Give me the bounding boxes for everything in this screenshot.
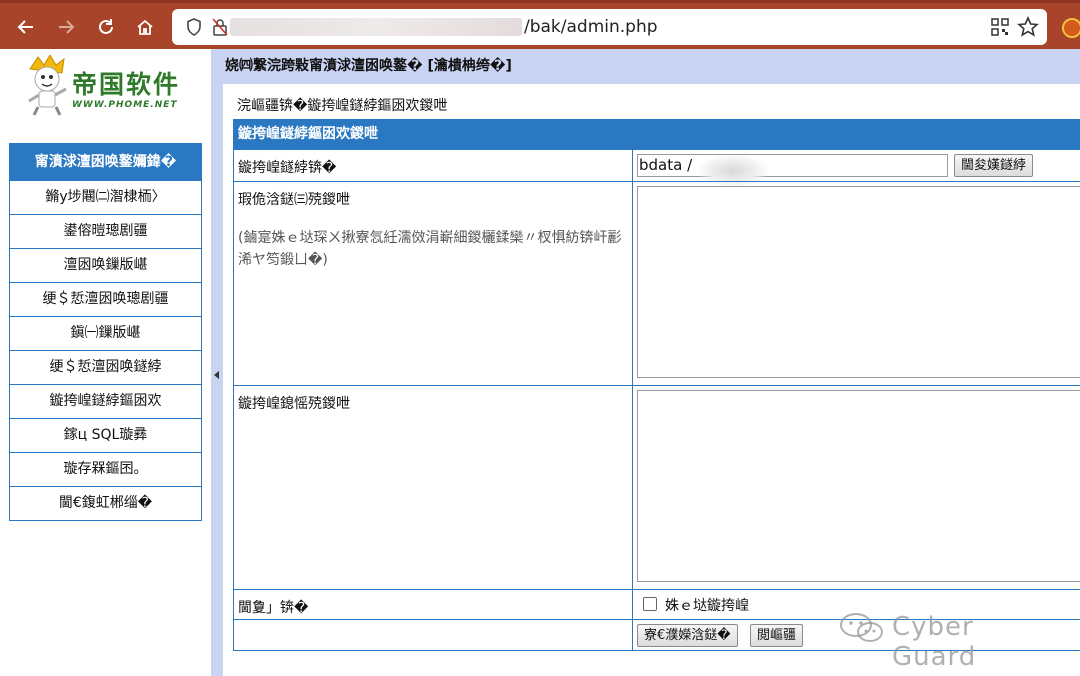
- sidebar-header: 甯濆浗澶囦唤鐜嬭鍏�: [10, 144, 201, 180]
- main-frame: 娆㈣繋浣跨敤甯濆浗澶囦唤鐜� [瀹樻柟绔�] 浣嶇疆锛�鏇挎崲鐩綍鏂囦欢鍐呭 鏇…: [223, 49, 1080, 676]
- page-title: 娆㈣繋浣跨敤甯濆浗澶囦唤鐜� [瀹樻柟绔�]: [223, 49, 1080, 84]
- dir-row: 鏇挎崲鐩綍锛� bdata / 閫夋嫨鐩綍: [234, 149, 1080, 187]
- dir-label: 鏇挎崲鐩綍锛�: [234, 150, 633, 181]
- sidebar-menu: 甯濆浗澶囦唤鐜嬭鍏� 鏅y埗闀㈡潪棣栭〉 鍙傛暟璁剧疆 澶囦唤鏁版嵁 绠＄悊澶囦…: [9, 143, 202, 521]
- reset-button[interactable]: 閲嶇疆: [750, 624, 804, 647]
- mascot-icon: [28, 55, 67, 116]
- find-textarea[interactable]: [637, 186, 1080, 378]
- reload-icon[interactable]: [92, 13, 120, 41]
- left-frame: 帝国软件 WWW.PHOME.NET 甯濆浗澶囦唤鐜嬭鍏� 鏅y埗闀㈡潪棣栭〉 …: [0, 49, 211, 676]
- sidebar-item-docs[interactable]: 璇存槑鏂囨。: [10, 452, 201, 486]
- form-title: 鏇挎崲鐩綍鏂囦欢鍐呭: [234, 119, 1080, 149]
- sidebar-item-settings[interactable]: 鍙傛暟璁剧疆: [10, 214, 201, 248]
- sidebar-item-backup[interactable]: 澶囦唤鏁版嵁: [10, 248, 201, 282]
- sidebar-item-restore[interactable]: 鎭㈠鏁版嵁: [10, 316, 201, 350]
- sidebar-item-sql[interactable]: 鎵ц SQL璇彞: [10, 418, 201, 452]
- qr-code-icon[interactable]: [991, 18, 1009, 36]
- find-row: 瑕佹浛鎹㈢殑鍐呭 (鏀寔姝ｅ垯琛ㄨ揪寮忥紝濡傚涓嶄細鍐欐鍒欒〃杈惧紡锛屽彲浠ヤ笉…: [234, 181, 1080, 385]
- select-dir-button[interactable]: 閫夋嫨鐩綍: [954, 154, 1034, 177]
- brand-url: WWW.PHOME.NET: [72, 100, 178, 110]
- sidebar-item-manage-dirs[interactable]: 绠＄悊澶囦唤鐩綍: [10, 350, 201, 384]
- empty-cell: [234, 620, 633, 650]
- browser-toolbar: /bak/admin.php: [0, 0, 1080, 49]
- collapse-arrow-icon[interactable]: [214, 371, 219, 379]
- watermark-text: Cyber Guard: [892, 612, 977, 672]
- replace-form: 鏇挎崲鐩綍鏂囦欢鍐呭 鏇挎崲鐩綍锛� bdata / 閫夋嫨鐩綍 瑕佹浛鎹㈢殑鍐…: [233, 119, 1080, 651]
- replace-row: 鏇挎崲鎴愮殑鍐呭: [234, 385, 1080, 589]
- wechat-icon: [840, 613, 883, 642]
- sidebar-item-home[interactable]: 鏅y埗闀㈡潪棣栭〉: [10, 180, 201, 214]
- home-icon[interactable]: [131, 13, 159, 41]
- submit-button[interactable]: 寮€濮嬫浛鎹�: [637, 624, 738, 647]
- find-label-cell: 瑕佹浛鎹㈢殑鍐呭 (鏀寔姝ｅ垯琛ㄨ揪寮忥紝濡傚涓嶄細鍐欐鍒欒〃杈惧紡锛屽彲浠ヤ笉…: [234, 182, 633, 385]
- replace-label: 鏇挎崲鎴愮殑鍐呭: [234, 386, 633, 589]
- insecure-lock-icon[interactable]: [212, 18, 228, 36]
- back-arrow-icon[interactable]: [12, 13, 40, 41]
- option-label: 閫夐」锛�: [234, 590, 633, 619]
- regex-checkbox-label[interactable]: 姝ｅ垯鏇挎崲: [665, 595, 749, 615]
- breadcrumb: 浣嶇疆锛�鏇挎崲鐩綍鏂囦欢鍐呭: [237, 98, 448, 114]
- watermark: Cyber Guard: [838, 609, 1048, 672]
- find-label: 瑕佹浛鎹㈢殑鍐呭: [238, 192, 350, 208]
- redacted-host: [230, 18, 522, 36]
- brand-name: 帝国软件: [72, 70, 181, 99]
- find-hint: (鏀寔姝ｅ垯琛ㄨ揪寮忥紝濡傚涓嶄細鍐欐鍒欒〃杈惧紡锛屽彲浠ヤ笉鍛ㄩ�): [238, 230, 622, 268]
- frame-splitter[interactable]: [211, 49, 223, 676]
- sidebar-item-replace-files[interactable]: 鏇挎崲鐩綍鏂囦欢: [10, 384, 201, 418]
- sidebar-item-backup-settings[interactable]: 绠＄悊澶囦唤璁剧疆: [10, 282, 201, 316]
- sidebar-item-logout[interactable]: 閫€鍑虹郴缁�: [10, 486, 201, 520]
- bookmark-star-icon[interactable]: [1017, 16, 1039, 38]
- logo: 帝国软件 WWW.PHOME.NET: [22, 55, 192, 125]
- extension-icon[interactable]: [1062, 18, 1080, 38]
- dir-input[interactable]: bdata /: [637, 154, 948, 187]
- shield-icon[interactable]: [186, 18, 202, 36]
- replace-textarea[interactable]: [637, 390, 1080, 582]
- regex-checkbox[interactable]: [643, 597, 657, 611]
- url-path[interactable]: /bak/admin.php: [524, 17, 658, 37]
- address-bar[interactable]: /bak/admin.php: [172, 9, 1047, 45]
- forward-arrow-icon[interactable]: [52, 13, 80, 41]
